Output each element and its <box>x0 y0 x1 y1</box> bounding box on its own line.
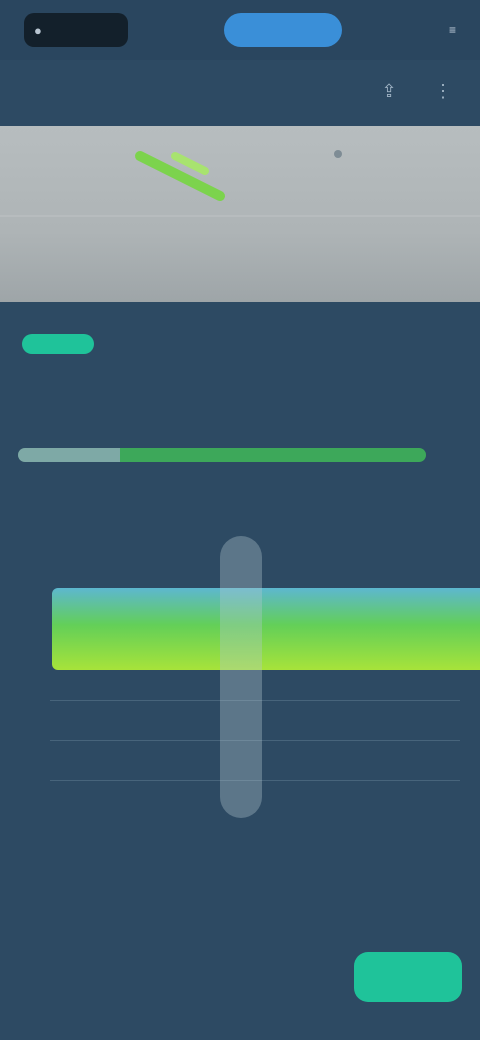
timeline-segment-past <box>18 448 120 462</box>
map-preview-graphic <box>0 150 480 217</box>
primary-mode-button[interactable] <box>224 13 343 47</box>
timeline-segment-forecast <box>120 448 426 462</box>
chip-3[interactable] <box>186 334 202 354</box>
chip-2[interactable] <box>150 334 166 354</box>
location-pill[interactable]: ● <box>24 13 128 47</box>
time-scrubber[interactable] <box>220 536 262 818</box>
menu-icon[interactable]: ≡ <box>449 23 456 37</box>
chip-0[interactable] <box>22 334 94 354</box>
share-icon[interactable]: ⇪ <box>376 78 402 104</box>
primary-action-button[interactable] <box>354 952 462 1002</box>
forecast-band <box>52 588 480 670</box>
map-marker <box>334 150 342 158</box>
day-selector <box>0 388 480 428</box>
subheader-actions: ⇪ ⋮ <box>376 78 456 104</box>
more-icon[interactable]: ⋮ <box>430 78 456 104</box>
timeline-bar[interactable] <box>18 448 426 462</box>
bottom-bar <box>0 940 480 1014</box>
subheader: ⇪ ⋮ <box>0 60 480 122</box>
mode-chips <box>0 316 480 372</box>
chip-1[interactable] <box>114 334 130 354</box>
route-segment <box>171 152 209 175</box>
top-bar: ● ≡ <box>0 0 480 60</box>
location-icon: ● <box>34 22 42 38</box>
map-preview[interactable] <box>0 126 480 302</box>
top-right-controls[interactable]: ≡ <box>439 23 456 37</box>
